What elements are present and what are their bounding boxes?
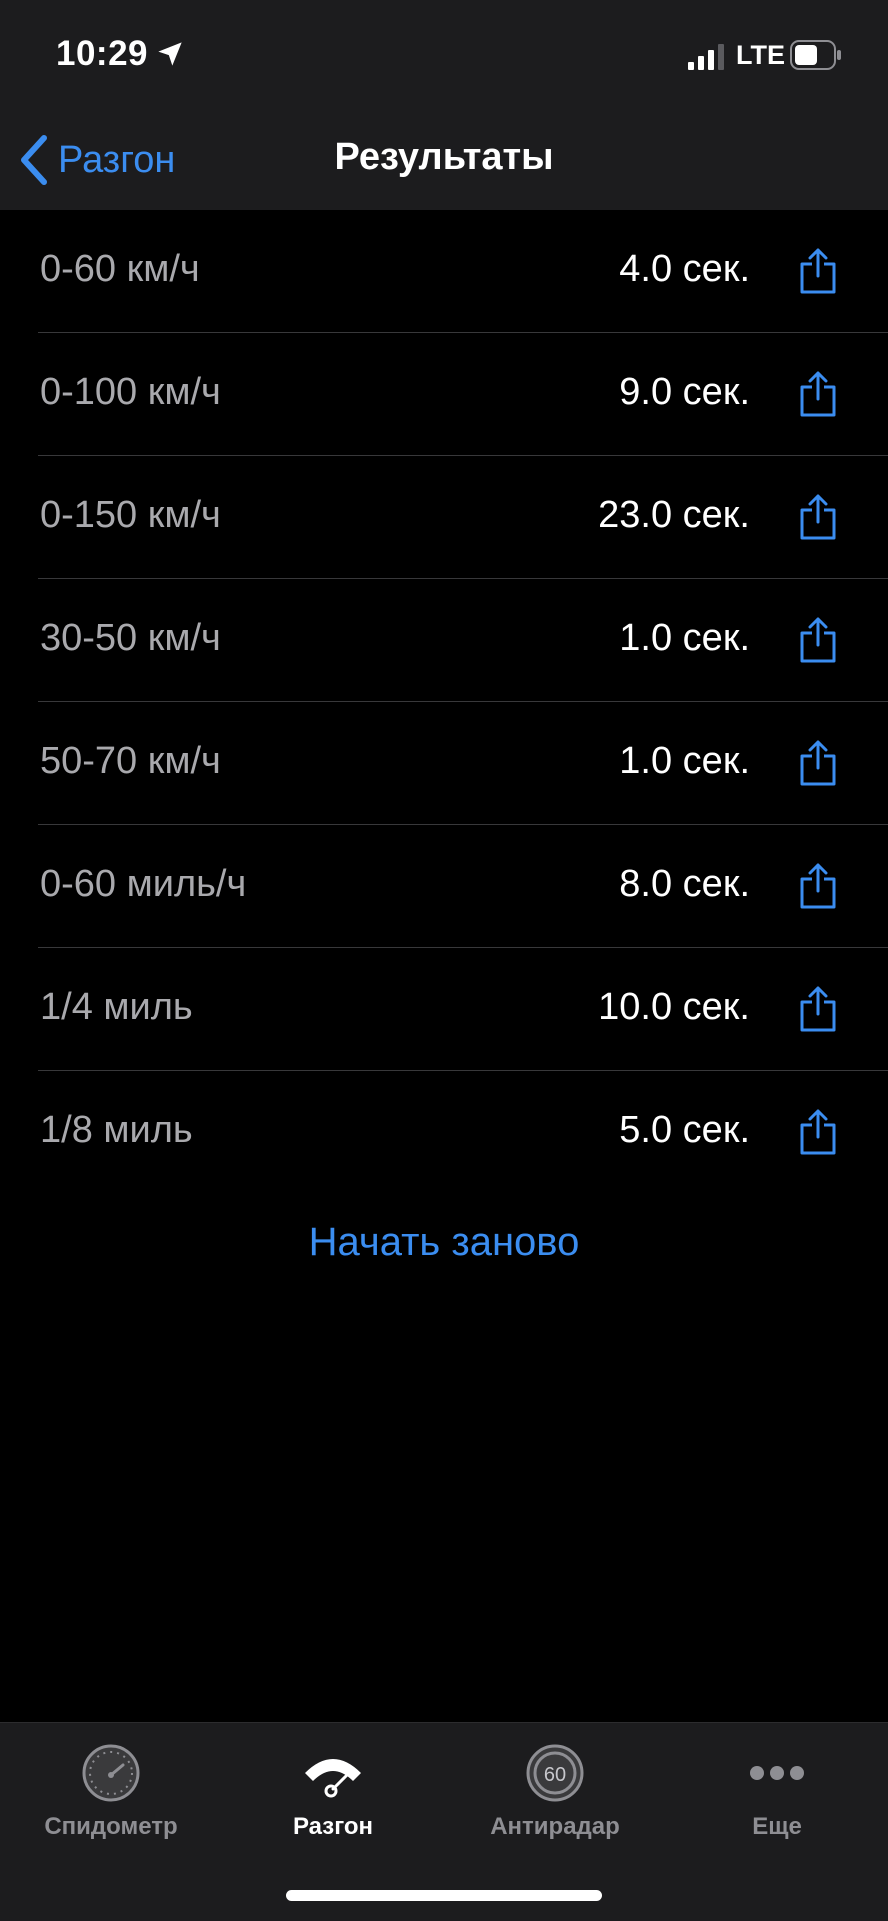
status-time: 10:29 [56,34,149,73]
tab-label: Антирадар [490,1813,620,1840]
result-value: 5.0 сек. [619,1109,750,1151]
result-row: 0-100 км/ч 9.0 сек. [38,333,888,456]
result-value: 4.0 сек. [619,248,750,290]
speed-limit-icon: 60 [526,1744,584,1802]
speedometer-icon [82,1744,140,1802]
result-row: 0-60 миль/ч 8.0 сек. [38,825,888,948]
result-row: 0-60 км/ч 4.0 сек. [38,210,888,333]
restart-button[interactable]: Начать заново [0,1220,888,1265]
result-label: 50-70 км/ч [40,740,221,782]
tab-label: Разгон [292,1813,374,1840]
result-label: 30-50 км/ч [40,617,221,659]
result-value: 9.0 сек. [619,371,750,413]
result-label: 1/8 миль [40,1109,193,1151]
result-label: 0-100 км/ч [40,371,221,413]
share-icon[interactable] [798,369,838,419]
cellular-signal-icon [688,44,724,70]
result-label: 0-150 км/ч [40,494,221,536]
share-icon[interactable] [798,246,838,296]
result-value: 10.0 сек. [598,986,750,1028]
results-list: 0-60 км/ч 4.0 сек. 0-100 км/ч 9.0 сек. 0… [0,210,888,1193]
result-label: 1/4 миль [40,986,193,1028]
share-icon[interactable] [798,984,838,1034]
tab-acceleration[interactable]: Разгон [222,1743,444,1841]
tab-speedometer[interactable]: Спидометр [0,1743,222,1841]
acceleration-icon [305,1759,361,1798]
share-icon[interactable] [798,861,838,911]
share-icon[interactable] [798,1107,838,1157]
result-label: 0-60 км/ч [40,248,200,290]
result-row: 1/4 миль 10.0 сек. [38,948,888,1071]
home-indicator [286,1890,602,1901]
location-arrow-icon [158,42,182,66]
result-value: 1.0 сек. [619,740,750,782]
navigation-bar: Разгон Результаты [0,110,888,210]
network-type: LTE [736,40,785,70]
tab-label: Спидометр [44,1813,178,1840]
tab-antiradar[interactable]: 60 Антирадар [444,1743,666,1841]
tab-more[interactable]: Еще [666,1743,888,1841]
result-value: 23.0 сек. [598,494,750,536]
result-row: 30-50 км/ч 1.0 сек. [38,579,888,702]
share-icon[interactable] [798,492,838,542]
result-row: 1/8 миль 5.0 сек. [38,1071,888,1193]
battery-icon [790,40,841,70]
result-row: 50-70 км/ч 1.0 сек. [38,702,888,825]
share-icon[interactable] [798,738,838,788]
result-label: 0-60 миль/ч [40,863,247,905]
more-icon [750,1766,804,1780]
tab-label: Еще [752,1813,802,1840]
result-row: 0-150 км/ч 23.0 сек. [38,456,888,579]
result-value: 1.0 сек. [619,617,750,659]
share-icon[interactable] [798,615,838,665]
result-value: 8.0 сек. [619,863,750,905]
status-bar: 10:29 LTE [0,0,888,110]
page-title: Результаты [334,136,554,178]
speed-limit-badge: 60 [544,1764,566,1786]
